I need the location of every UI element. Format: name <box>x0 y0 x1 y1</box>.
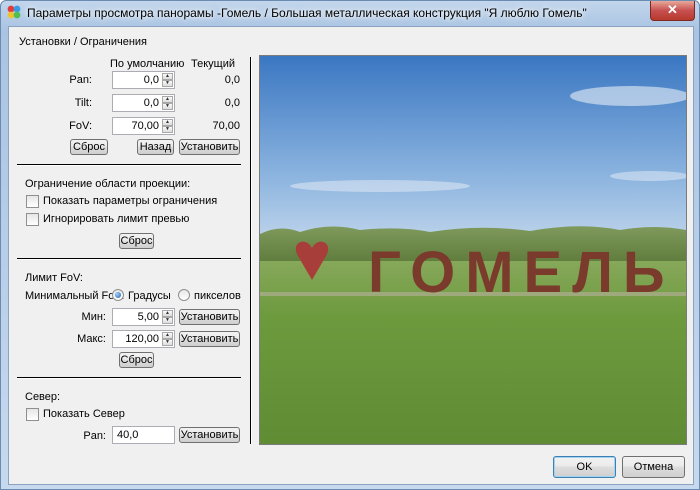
letters-sculpture: ГОМЕЛЬ <box>368 240 675 305</box>
close-button[interactable]: ✕ <box>650 1 695 21</box>
sky <box>260 56 686 256</box>
north-pan-label: Pan: <box>83 430 106 442</box>
pan-label: Pan: <box>69 74 92 86</box>
min-label: Мин: <box>81 311 106 323</box>
fov-default-value: 70,00 <box>131 120 159 132</box>
set-min-fov-button[interactable]: Установить <box>179 309 240 325</box>
pixels-radio[interactable] <box>178 289 190 301</box>
north-pan-input[interactable]: 40,0 <box>112 426 175 444</box>
ok-button[interactable]: OK <box>553 456 616 478</box>
column-header-current: Текущий <box>191 58 235 70</box>
fov-label: FoV: <box>69 120 92 132</box>
fov-limit-title: Лимит FoV: <box>25 272 83 284</box>
ignore-preview-limit-checkbox[interactable] <box>26 213 39 226</box>
cancel-button[interactable]: Отмена <box>622 456 685 478</box>
spin-down-icon[interactable]: ▼ <box>162 126 173 133</box>
spin-down-icon[interactable]: ▼ <box>162 339 173 346</box>
panorama-preview[interactable]: ГОМЕЛЬ <box>259 55 687 445</box>
degrees-label: Градусы <box>128 290 171 302</box>
set-current-button[interactable]: Установить <box>179 139 240 155</box>
tilt-default-spinbox[interactable]: 0,0 ▲ ▼ <box>112 94 175 112</box>
fov-default-spinbox[interactable]: 70,00 ▲ ▼ <box>112 117 175 135</box>
max-fov-spinbox[interactable]: 120,00 ▲ ▼ <box>112 330 175 348</box>
min-fov-spinbox[interactable]: 5,00 ▲ ▼ <box>112 308 175 326</box>
spin-up-icon[interactable]: ▲ <box>162 310 173 317</box>
vertical-divider <box>250 57 252 444</box>
tilt-default-value: 0,0 <box>143 97 159 109</box>
max-fov-value: 120,00 <box>125 333 159 345</box>
max-label: Макс: <box>77 333 106 345</box>
north-pan-value: 40,0 <box>117 429 139 441</box>
cloud <box>570 86 686 106</box>
north-title: Север: <box>25 391 61 403</box>
spin-down-icon[interactable]: ▼ <box>162 317 173 324</box>
pixels-label: пикселов <box>194 290 241 302</box>
fov-current-value: 70,00 <box>212 120 240 132</box>
ignore-preview-limit-label: Игнорировать лимит превью <box>43 213 190 225</box>
reset-fov-button[interactable]: Сброс <box>119 352 154 368</box>
section-divider <box>17 258 241 260</box>
spin-down-icon[interactable]: ▼ <box>162 80 173 87</box>
back-button[interactable]: Назад <box>137 139 174 155</box>
degrees-radio[interactable] <box>112 289 124 301</box>
panorama-image: ГОМЕЛЬ <box>260 56 686 444</box>
spin-up-icon[interactable]: ▲ <box>162 96 173 103</box>
spin-up-icon[interactable]: ▲ <box>162 332 173 339</box>
min-fov-value: 5,00 <box>137 311 159 323</box>
settings-group-title: Установки / Ограничения <box>19 36 147 48</box>
projection-limit-title: Ограничение области проекции: <box>25 178 191 190</box>
show-limits-checkbox[interactable] <box>26 195 39 208</box>
set-max-fov-button[interactable]: Установить <box>179 331 240 347</box>
reset-defaults-button[interactable]: Сброс <box>70 139 108 155</box>
tilt-current-value: 0,0 <box>224 97 240 109</box>
dialog-body: Установки / Ограничения По умолчанию Тек… <box>8 26 694 485</box>
show-limits-label: Показать параметры ограничения <box>43 195 218 207</box>
section-divider <box>17 377 241 379</box>
window-title: Параметры просмотра панорамы -Гомель / Б… <box>27 6 587 20</box>
show-north-checkbox[interactable] <box>26 408 39 421</box>
pan-default-value: 0,0 <box>143 74 159 86</box>
column-header-default: По умолчанию <box>110 58 185 70</box>
tilt-label: Tilt: <box>74 97 92 109</box>
spin-down-icon[interactable]: ▼ <box>162 103 173 110</box>
spin-up-icon[interactable]: ▲ <box>162 73 173 80</box>
close-icon: ✕ <box>667 2 678 17</box>
pan-current-value: 0,0 <box>224 74 240 86</box>
title-bar[interactable]: Параметры просмотра панорамы -Гомель / Б… <box>1 1 699 25</box>
show-north-label: Показать Север <box>43 408 125 420</box>
app-icon <box>7 5 21 19</box>
min-fov-label: Минимальный FoV: <box>25 290 125 302</box>
section-divider <box>17 164 241 166</box>
cloud <box>290 180 470 192</box>
reset-projection-button[interactable]: Сброс <box>119 233 154 249</box>
dialog-window: Параметры просмотра панорамы -Гомель / Б… <box>0 0 700 490</box>
spin-up-icon[interactable]: ▲ <box>162 119 173 126</box>
pan-default-spinbox[interactable]: 0,0 ▲ ▼ <box>112 71 175 89</box>
set-north-button[interactable]: Установить <box>179 427 240 443</box>
